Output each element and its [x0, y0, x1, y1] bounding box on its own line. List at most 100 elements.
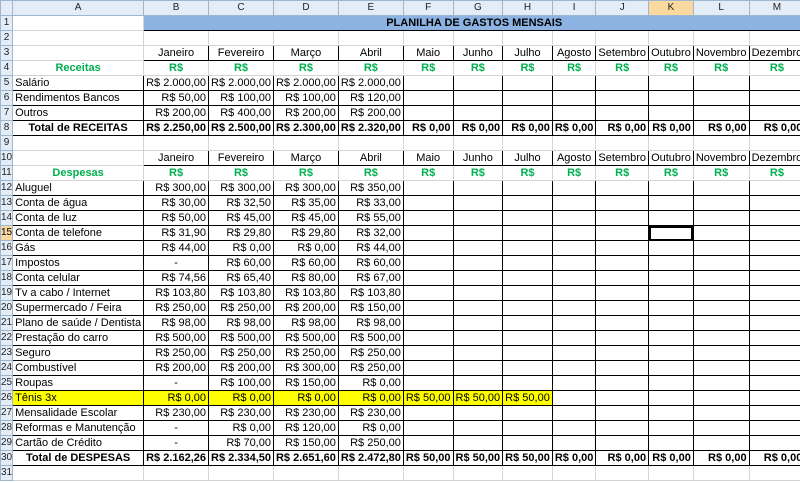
value-cell[interactable]: R$ 0,00 [337, 420, 404, 436]
value-cell[interactable] [692, 225, 750, 241]
row-header[interactable]: 17 [0, 255, 14, 271]
section-label[interactable]: Receitas [12, 60, 145, 76]
month-header[interactable]: Abril [337, 150, 404, 166]
currency-header[interactable]: R$ [748, 165, 800, 181]
value-cell[interactable]: - [143, 255, 210, 271]
row-header[interactable]: 25 [0, 375, 14, 391]
value-cell[interactable] [595, 180, 650, 196]
select-all-corner[interactable] [0, 0, 14, 16]
value-cell[interactable]: R$ 500,00 [272, 330, 339, 346]
empty-cell[interactable] [452, 465, 504, 481]
total-cell[interactable]: R$ 0,00 [502, 120, 553, 136]
value-cell[interactable]: R$ 250,00 [337, 345, 404, 361]
row-header[interactable]: 26 [0, 390, 14, 406]
row-label[interactable]: Plano de saúde / Dentista [12, 315, 145, 331]
row-header[interactable]: 4 [0, 60, 14, 76]
value-cell[interactable]: R$ 250,00 [143, 345, 210, 361]
value-cell[interactable]: R$ 50,00 [143, 210, 210, 226]
total-label[interactable]: Total de DESPESAS [12, 450, 145, 466]
value-cell[interactable]: R$ 200,00 [272, 300, 339, 316]
row-header[interactable]: 28 [0, 420, 14, 436]
value-cell[interactable] [648, 285, 694, 301]
value-cell[interactable] [402, 360, 454, 376]
value-cell[interactable] [648, 315, 694, 331]
value-cell[interactable] [692, 300, 750, 316]
column-header-m[interactable]: M [748, 0, 800, 16]
total-cell[interactable]: R$ 0,00 [648, 450, 694, 466]
value-cell[interactable] [748, 330, 800, 346]
value-cell[interactable]: R$ 250,00 [337, 360, 404, 376]
empty-cell[interactable] [648, 465, 694, 481]
total-cell[interactable]: R$ 50,00 [402, 450, 454, 466]
value-cell[interactable] [402, 375, 454, 391]
total-cell[interactable]: R$ 0,00 [595, 450, 650, 466]
value-cell[interactable]: R$ 200,00 [143, 105, 210, 121]
value-cell[interactable] [502, 195, 553, 211]
value-cell[interactable]: R$ 32,50 [208, 195, 274, 211]
value-cell[interactable] [551, 390, 597, 406]
column-header-a[interactable]: A [12, 0, 145, 16]
total-cell[interactable]: R$ 50,00 [452, 450, 504, 466]
value-cell[interactable]: R$ 400,00 [208, 105, 274, 121]
currency-header[interactable]: R$ [595, 165, 650, 181]
month-header[interactable]: Julho [502, 45, 553, 61]
row-header[interactable]: 14 [0, 210, 14, 226]
row-header[interactable]: 1 [0, 15, 14, 31]
value-cell[interactable] [692, 210, 750, 226]
value-cell[interactable] [551, 285, 597, 301]
value-cell[interactable] [648, 225, 694, 241]
value-cell[interactable]: - [143, 375, 210, 391]
value-cell[interactable]: R$ 65,40 [208, 270, 274, 286]
row-header[interactable]: 11 [0, 165, 14, 181]
value-cell[interactable] [748, 300, 800, 316]
row-header[interactable]: 27 [0, 405, 14, 421]
value-cell[interactable] [748, 240, 800, 256]
total-cell[interactable]: R$ 2.500,00 [208, 120, 274, 136]
month-header[interactable]: Abril [337, 45, 404, 61]
value-cell[interactable] [452, 105, 504, 121]
total-cell[interactable]: R$ 0,00 [692, 450, 750, 466]
value-cell[interactable] [692, 360, 750, 376]
value-cell[interactable] [402, 180, 454, 196]
month-header[interactable]: Julho [502, 150, 553, 166]
value-cell[interactable] [648, 435, 694, 451]
value-cell[interactable]: R$ 100,00 [272, 90, 339, 106]
value-cell[interactable] [692, 90, 750, 106]
value-cell[interactable]: R$ 100,00 [208, 375, 274, 391]
row-header[interactable]: 7 [0, 105, 14, 121]
total-label[interactable]: Total de RECEITAS [12, 120, 145, 136]
row-label[interactable]: Conta celular [12, 270, 145, 286]
value-cell[interactable] [402, 345, 454, 361]
row-header[interactable]: 15 [0, 225, 14, 241]
column-header-j[interactable]: J [595, 0, 650, 16]
empty-cell[interactable] [402, 30, 454, 46]
value-cell[interactable] [502, 105, 553, 121]
currency-header[interactable]: R$ [692, 165, 750, 181]
value-cell[interactable]: R$ 200,00 [208, 360, 274, 376]
value-cell[interactable] [502, 375, 553, 391]
value-cell[interactable]: R$ 200,00 [143, 360, 210, 376]
value-cell[interactable] [402, 435, 454, 451]
row-header[interactable]: 2 [0, 30, 14, 46]
value-cell[interactable] [551, 255, 597, 271]
value-cell[interactable] [692, 315, 750, 331]
value-cell[interactable] [595, 270, 650, 286]
value-cell[interactable] [595, 360, 650, 376]
row-header[interactable]: 3 [0, 45, 14, 61]
empty-cell[interactable] [748, 30, 800, 46]
value-cell[interactable]: R$ 60,00 [272, 255, 339, 271]
row-header[interactable]: 12 [0, 180, 14, 196]
value-cell[interactable] [748, 195, 800, 211]
value-cell[interactable] [452, 270, 504, 286]
empty-cell[interactable] [551, 30, 597, 46]
value-cell[interactable] [551, 405, 597, 421]
value-cell[interactable]: R$ 230,00 [208, 405, 274, 421]
month-header[interactable]: Agosto [551, 45, 597, 61]
value-cell[interactable] [551, 210, 597, 226]
value-cell[interactable] [595, 375, 650, 391]
value-cell[interactable]: R$ 30,00 [143, 195, 210, 211]
total-cell[interactable]: R$ 0,00 [748, 450, 800, 466]
value-cell[interactable]: R$ 300,00 [272, 180, 339, 196]
row-label[interactable]: Combustível [12, 360, 145, 376]
empty-cell[interactable] [595, 135, 650, 151]
